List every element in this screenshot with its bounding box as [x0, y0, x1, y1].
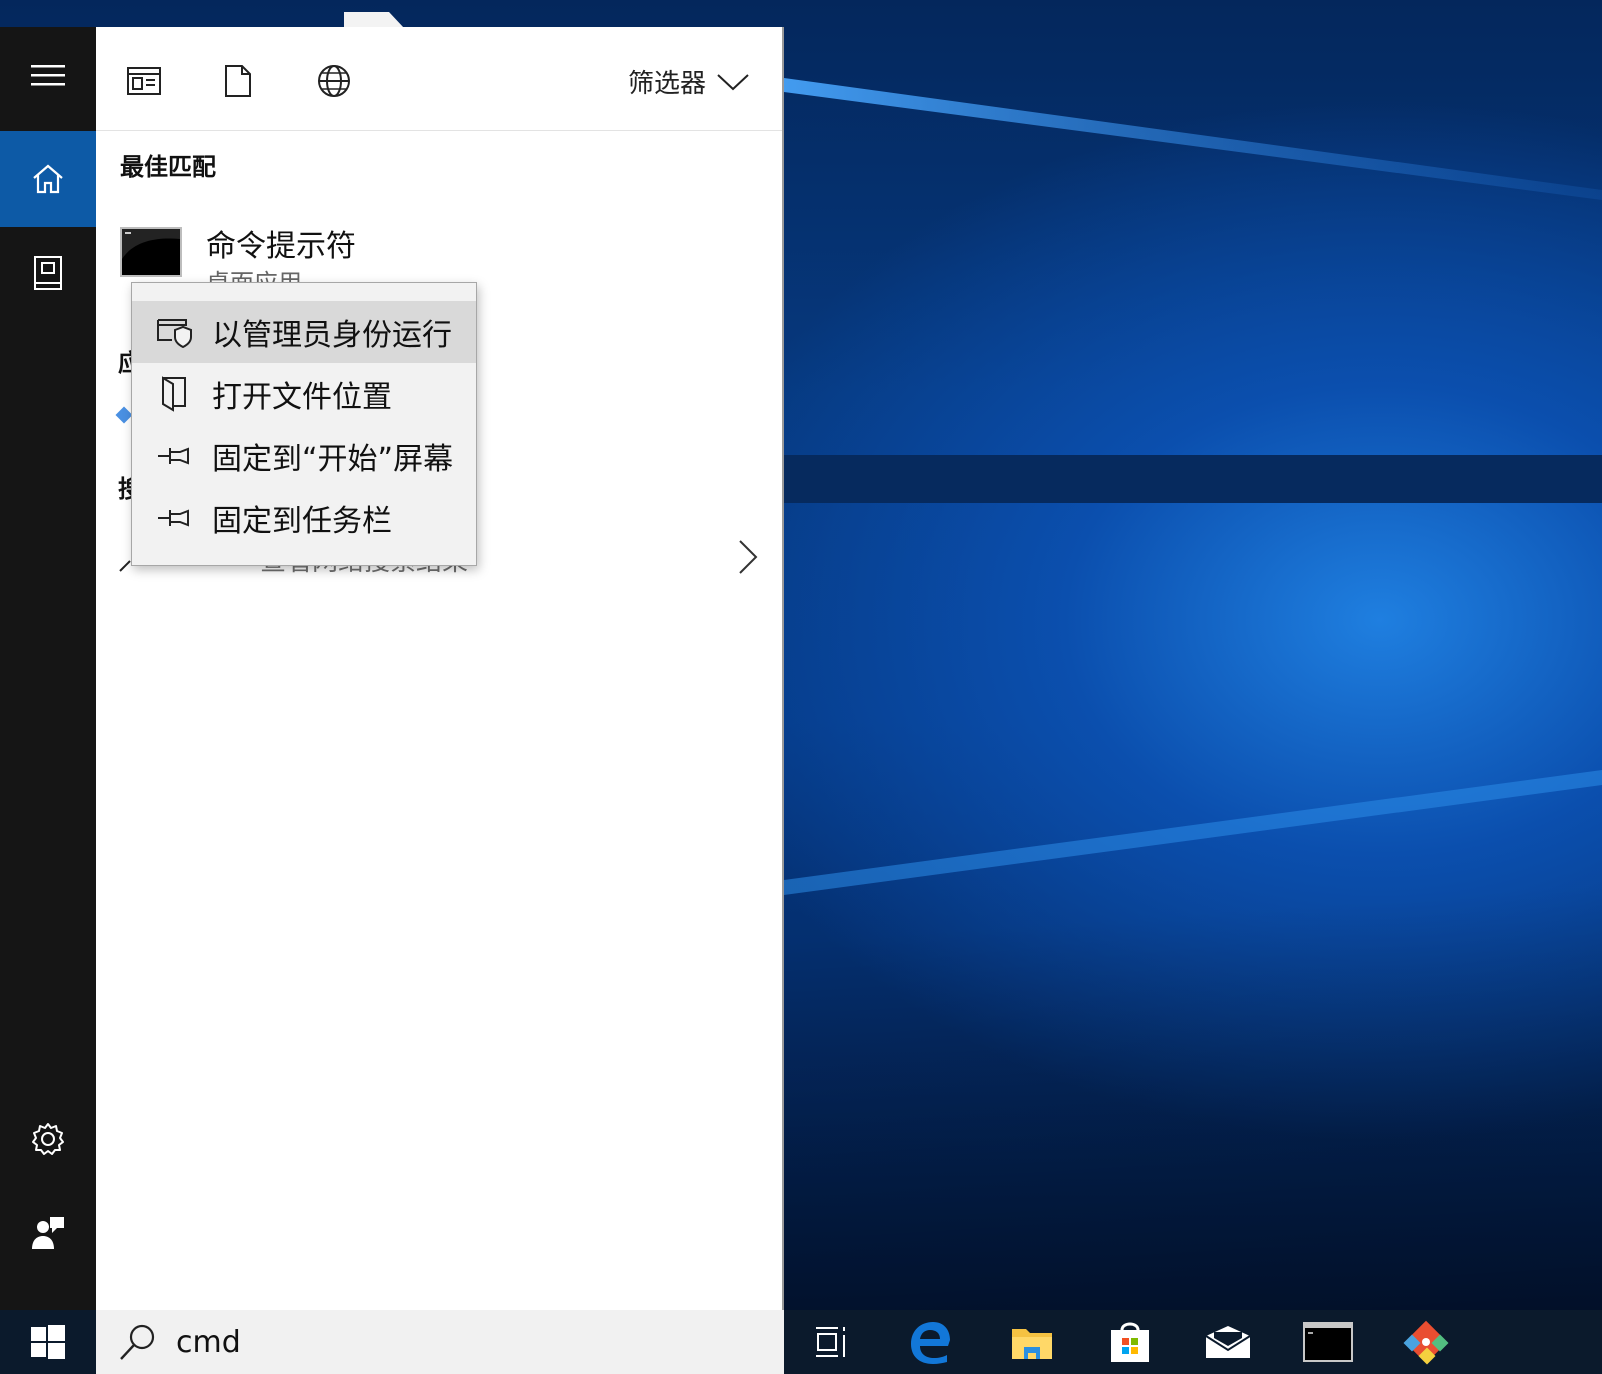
document-filter-icon: [225, 65, 251, 97]
start-left-rail: [0, 27, 96, 1310]
shield-window-icon: [154, 312, 194, 352]
search-results-panel: 筛选器 最佳匹配 命令提示符 桌面应用 应 搜 cmd 查看网络搜索结果: [96, 27, 784, 1310]
cmd-window-art: [122, 229, 180, 259]
best-match-heading: 最佳匹配: [120, 153, 216, 181]
mail-icon: [1205, 1326, 1251, 1358]
gear-icon: [32, 1123, 64, 1155]
command-prompt-icon: [1303, 1322, 1353, 1362]
start-button[interactable]: [0, 1310, 96, 1374]
pin-icon: [154, 498, 194, 538]
globe-filter-icon: [318, 65, 350, 97]
command-prompt-icon: [120, 227, 182, 277]
app-result-icon: [115, 406, 133, 424]
filter-apps-button[interactable]: [124, 61, 164, 101]
feedback-icon: [32, 1217, 64, 1249]
feedback-button[interactable]: [0, 1185, 96, 1281]
home-button[interactable]: [0, 131, 96, 227]
command-prompt-taskbar-button[interactable]: [1298, 1318, 1358, 1366]
file-explorer-icon: [1012, 1329, 1052, 1359]
menu-item-open-file-location[interactable]: 打开文件位置: [132, 363, 476, 425]
best-match-title: 命令提示符: [206, 229, 356, 264]
notebook-button[interactable]: [0, 225, 96, 321]
apps-filter-icon: [127, 67, 161, 95]
menu-item-label: 打开文件位置: [212, 380, 392, 415]
task-view-button[interactable]: [802, 1318, 862, 1366]
filter-dropdown-label: 筛选器: [627, 69, 706, 99]
wallpaper-light-rays: [784, 78, 1602, 895]
edge-icon: [911, 1322, 950, 1364]
hamburger-menu-button[interactable]: [0, 27, 96, 123]
windows-logo-icon: [31, 1325, 65, 1359]
task-view-icon: [816, 1327, 845, 1357]
menu-item-label: 固定到“开始”屏幕: [212, 442, 454, 477]
settings-button[interactable]: [0, 1091, 96, 1187]
context-menu: 以管理员身份运行 打开文件位置 固定到“开始”屏幕 固定到任务栏: [131, 282, 477, 566]
search-icon: [120, 1324, 155, 1360]
chevron-down-icon: [717, 73, 749, 90]
pin-icon: [154, 436, 194, 476]
search-input[interactable]: [174, 1318, 738, 1366]
store-icon: [1111, 1322, 1149, 1362]
menu-item-label: 固定到任务栏: [212, 504, 392, 539]
home-icon: [33, 164, 63, 194]
mail-button[interactable]: [1198, 1318, 1258, 1366]
chevron-right-icon: [739, 540, 758, 574]
git-icon: [1403, 1320, 1449, 1365]
filter-documents-button[interactable]: [218, 61, 258, 101]
menu-item-run-as-admin[interactable]: 以管理员身份运行: [132, 301, 476, 363]
file-explorer-button[interactable]: [1002, 1318, 1062, 1366]
menu-item-label: 以管理员身份运行: [212, 318, 452, 353]
filter-bar: 筛选器: [96, 27, 782, 131]
notebook-icon: [34, 256, 62, 290]
edge-button[interactable]: [900, 1318, 960, 1366]
menu-item-pin-to-taskbar[interactable]: 固定到任务栏: [132, 487, 476, 549]
folder-open-icon: [154, 374, 194, 414]
hamburger-icon: [31, 65, 65, 86]
filter-web-button[interactable]: [314, 61, 354, 101]
git-button[interactable]: [1396, 1318, 1456, 1366]
menu-item-pin-to-start[interactable]: 固定到“开始”屏幕: [132, 425, 476, 487]
store-button[interactable]: [1100, 1318, 1160, 1366]
filter-dropdown[interactable]: 筛选器: [628, 63, 750, 100]
search-box[interactable]: [96, 1310, 784, 1374]
